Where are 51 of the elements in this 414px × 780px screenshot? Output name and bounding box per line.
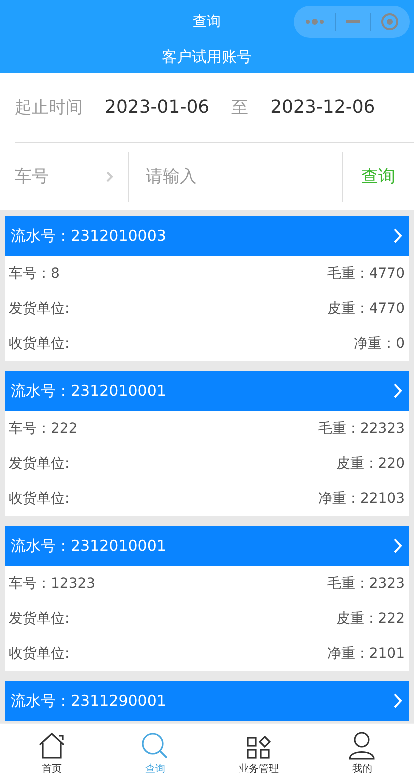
tab-item[interactable]: 首页 <box>0 724 104 780</box>
tare-weight: 皮重：4770 <box>327 300 405 318</box>
plate-number: 车号：222 <box>9 420 78 438</box>
chevron-right-icon <box>393 538 403 554</box>
close-icon[interactable] <box>381 13 399 31</box>
tab-item[interactable]: 查询 <box>104 724 207 780</box>
gross-weight: 毛重：22323 <box>318 420 405 438</box>
serial-number: 流水号：2311290001 <box>11 692 166 710</box>
field-picker[interactable]: 车号 <box>15 152 129 202</box>
page-title: 查询 <box>193 13 221 32</box>
record-header[interactable]: 流水号：2311290001 <box>5 681 409 721</box>
capsule-menu[interactable] <box>294 6 410 38</box>
sender-unit: 发货单位: <box>9 454 70 472</box>
tab-item[interactable]: 我的 <box>310 724 414 780</box>
more-icon[interactable] <box>305 18 325 26</box>
account-name: 客户试用账号 <box>162 48 252 67</box>
user-icon <box>349 732 376 760</box>
tab-item[interactable]: 业务管理 <box>207 724 310 780</box>
receiver-unit: 收货单位: <box>9 334 70 352</box>
serial-number: 流水号：2312010001 <box>11 536 166 556</box>
tare-weight: 皮重：220 <box>336 454 405 472</box>
chevron-right-icon <box>393 693 403 709</box>
chevron-right-icon <box>106 170 114 182</box>
chevron-right-icon <box>393 383 403 399</box>
sender-unit: 发货单位: <box>9 300 70 318</box>
serial-number: 流水号：2312010003 <box>11 226 166 246</box>
serial-number: 流水号：2312010001 <box>11 382 166 400</box>
date-range-label: 起止时间 <box>15 97 83 119</box>
home-icon <box>36 732 67 760</box>
search-icon <box>141 732 170 760</box>
plate-number: 车号：12323 <box>9 574 96 592</box>
receiver-unit: 收货单位: <box>9 490 70 508</box>
start-date[interactable]: 2023-01-06 <box>105 97 210 118</box>
search-input[interactable]: 请输入 <box>129 150 342 202</box>
net-weight: 净重：2101 <box>327 644 405 662</box>
date-separator: 至 <box>232 97 249 119</box>
end-date[interactable]: 2023-12-06 <box>270 97 376 118</box>
chevron-right-icon <box>393 228 403 244</box>
net-weight: 净重：0 <box>354 334 405 352</box>
record-header[interactable]: 流水号：2312010001 <box>5 371 409 411</box>
plate-number: 车号：8 <box>9 264 60 282</box>
minimize-icon[interactable] <box>346 20 360 24</box>
gross-weight: 毛重：2323 <box>327 574 405 592</box>
net-weight: 净重：22103 <box>318 490 405 508</box>
gross-weight: 毛重：4770 <box>327 264 405 282</box>
record-header[interactable]: 流水号：2312010001 <box>5 526 409 566</box>
sender-unit: 发货单位: <box>9 610 70 628</box>
grid-icon <box>246 736 271 760</box>
tare-weight: 皮重：222 <box>336 610 405 628</box>
record-header[interactable]: 流水号：2312010003 <box>5 216 409 256</box>
receiver-unit: 收货单位: <box>9 644 70 662</box>
